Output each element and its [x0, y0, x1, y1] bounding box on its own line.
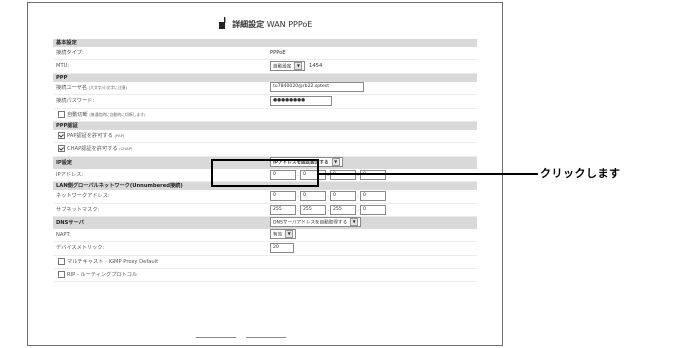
callout-label: クリックします: [540, 167, 621, 180]
dns-mode-select[interactable]: DNSサーバアドレスを自動取得する ▼: [270, 217, 362, 228]
pap-checkbox[interactable]: [58, 131, 65, 139]
password-input[interactable]: ●●●●●●●●: [270, 95, 332, 106]
section-dns-label: DNSサーバ: [56, 219, 84, 226]
subnet-octet-2[interactable]: 255: [300, 204, 326, 215]
user-hint: (大文字/小文字に注意): [88, 84, 128, 90]
mtu-label: MTU:: [56, 63, 70, 70]
net-octet-1[interactable]: 0: [270, 191, 296, 202]
chap-hint: (CHAP): [119, 146, 133, 152]
cancel-button[interactable]: [246, 337, 286, 345]
page-header: 詳細設定 WAN PPPoE: [28, 17, 502, 35]
row-napt: NAPT: 有効 ▼: [53, 229, 477, 243]
page-title-en: WAN PPPoE: [266, 20, 313, 29]
net-octet-3[interactable]: 0: [330, 191, 356, 202]
row-rip: RIP - ルーティングプロトコル: [53, 269, 477, 283]
chevron-down-icon: ▼: [331, 158, 340, 167]
chevron-down-icon: ▼: [294, 61, 303, 70]
row-password: 接続パスワード: ●●●●●●●●: [53, 95, 477, 109]
row-metric: デバイスメトリック: 20: [53, 242, 477, 256]
row-user: 接続ユーザ名 (大文字/小文字に注意) tu7840020@rb22.sptes…: [53, 82, 477, 96]
row-igmp: マルチキャスト - IGMP Proxy Default: [53, 256, 477, 270]
net-addr-label: ネットワークアドレス:: [56, 193, 110, 200]
net-octet-2[interactable]: 0: [300, 191, 326, 202]
rip-checkbox[interactable]: [58, 271, 65, 279]
napt-label: NAPT:: [56, 231, 71, 238]
user-label: 接続ユーザ名: [56, 84, 88, 91]
net-octet-4[interactable]: 0: [360, 191, 386, 202]
igmp-checkbox[interactable]: [58, 257, 65, 265]
metric-label: デバイスメトリック:: [56, 245, 105, 252]
section-auth: PPP認証: [53, 121, 477, 130]
row-net-addr: ネットワークアドレス: 0.0.0.0: [53, 190, 477, 204]
chevron-down-icon: ▼: [350, 218, 359, 227]
pap-label: PAP認証を許可する: [67, 132, 113, 139]
row-pap: PAP認証を許可する (PAP): [53, 130, 477, 144]
row-chap: CHAP認証を許可する (CHAP): [53, 143, 477, 157]
conn-type-value: PPPoE: [270, 50, 286, 56]
mtu-select[interactable]: 自動設定 ▼: [270, 60, 306, 71]
row-conn-type: 接続タイプ: PPPoE: [53, 47, 477, 61]
password-label: 接続パスワード:: [56, 98, 95, 105]
row-auto-disconnect: 自動切断 (無通信時に自動的に切断します): [53, 109, 477, 122]
section-ip-label: IP設定: [56, 159, 73, 166]
mtu-value: 1454: [309, 63, 323, 70]
pap-hint: (PAP): [114, 132, 125, 138]
subnet-octet-4[interactable]: 0: [360, 204, 386, 215]
router-icon: [218, 17, 226, 29]
row-mtu: MTU: 自動設定 ▼ 1454: [53, 60, 477, 74]
subnet-octet-3[interactable]: 255: [330, 204, 356, 215]
napt-select[interactable]: 有効 ▼: [270, 229, 297, 240]
metric-input[interactable]: 20: [270, 242, 294, 253]
conn-type-label: 接続タイプ:: [56, 50, 84, 56]
auto-disconnect-checkbox[interactable]: [58, 110, 65, 118]
row-subnet: サブネットマスク: 255. 255. 255. 0: [53, 204, 477, 217]
auto-disconnect-label: 自動切断: [67, 111, 88, 118]
chap-label: CHAP認証を許可する: [67, 146, 118, 153]
subnet-label: サブネットマスク:: [56, 206, 100, 213]
section-dns: DNSサーバ DNSサーバアドレスを自動取得する ▼: [53, 216, 477, 229]
apply-button[interactable]: [196, 337, 236, 345]
highlight-box: [211, 159, 319, 187]
section-basic: 基本設定: [53, 39, 477, 47]
chap-checkbox[interactable]: [58, 145, 65, 153]
igmp-label: マルチキャスト - IGMP Proxy Default: [67, 258, 159, 265]
subnet-octet-1[interactable]: 255: [270, 204, 296, 215]
rip-label: RIP - ルーティングプロトコル: [67, 272, 138, 279]
username-input[interactable]: tu7840020@rb22.sptest: [270, 82, 364, 93]
page-title-jp: 詳細設定: [232, 20, 265, 29]
callout-line: [319, 173, 538, 175]
ip-addr-label: IPアドレス:: [56, 171, 84, 178]
auto-disconnect-hint: (無通信時に自動的に切断します): [89, 111, 146, 117]
chevron-down-icon: ▼: [285, 230, 294, 239]
section-ppp: PPP: [53, 73, 477, 82]
